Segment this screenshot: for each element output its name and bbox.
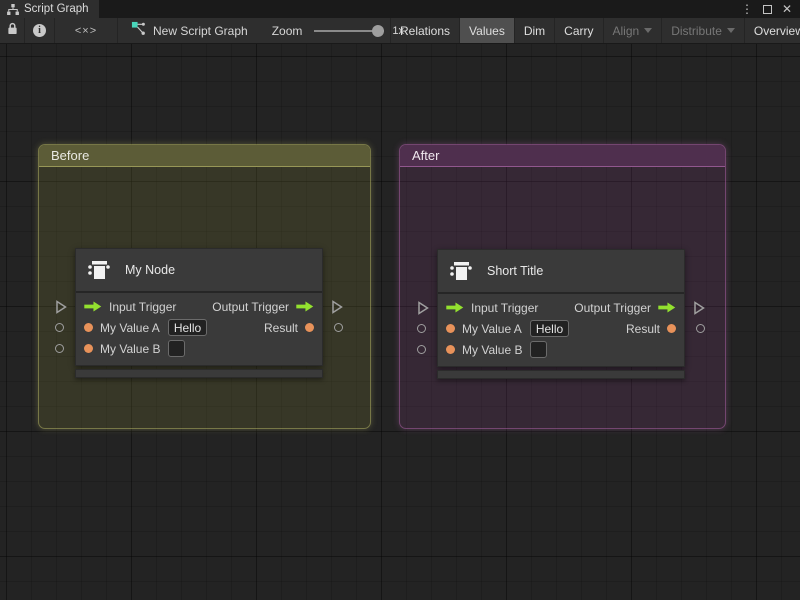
value-b-input[interactable] [530,341,547,358]
node-short-title[interactable]: Short Title Input Trigger Output Trigger [437,249,685,379]
window-menu-icon[interactable]: ⋮ [741,3,753,15]
toolbar-buttons: Relations Values Dim Carry Align Distrib… [390,18,800,43]
group-label: Before [51,148,89,163]
node-footer [437,370,685,379]
unit-icon [86,257,112,283]
inspect-button[interactable]: i [25,18,55,43]
info-icon: i [33,24,46,37]
node-body: Input Trigger Output Trigger My Value A … [76,293,322,365]
port-row-value-a: My Value A Hello Result [438,318,684,339]
close-icon[interactable]: ✕ [782,3,792,15]
value-a-input[interactable]: Hello [530,320,569,337]
script-graph-window: Script Graph ⋮ ✕ i <×> New Script Graph … [0,0,800,600]
node-header[interactable]: My Node [76,249,322,293]
port-label: My Value A [100,321,160,335]
overview-button[interactable]: Overview [744,18,800,43]
lock-button[interactable] [0,18,25,43]
port-row-trigger: Input Trigger Output Trigger [76,296,322,317]
value-in-port-icon[interactable] [446,324,455,333]
tab-title: Script Graph [24,3,89,15]
flow-out-port-icon[interactable] [658,302,676,313]
code-view-button[interactable]: <×> [55,18,118,43]
flow-inlet-icon[interactable] [55,300,67,314]
node-title: My Node [125,263,175,277]
flow-out-port-icon[interactable] [296,301,314,312]
flow-outlet-icon[interactable] [693,301,705,315]
code-icon: <×> [75,25,97,37]
flow-inlet-icon[interactable] [417,301,429,315]
toolbar-middle: New Script Graph Zoom 1x [118,18,390,43]
node-my-node[interactable]: My Node Input Trigger Output Trigger [75,248,323,378]
port-row-value-b: My Value B [438,339,684,360]
value-inlet-icon[interactable] [55,323,64,332]
port-label: Output Trigger [574,301,651,315]
value-inlet-icon[interactable] [55,344,64,353]
graph-canvas[interactable]: Before After My Node [0,44,800,600]
chevron-down-icon [644,28,652,33]
node-header[interactable]: Short Title [438,250,684,294]
port-label: Result [264,321,298,335]
chevron-down-icon [727,28,735,33]
port-row-trigger: Input Trigger Output Trigger [438,297,684,318]
group-header[interactable]: Before [39,145,370,167]
node-footer [75,369,323,378]
new-graph-icon [131,21,146,41]
window-controls: ⋮ ✕ [741,0,800,18]
value-outlet-icon[interactable] [696,324,705,333]
port-row-value-a: My Value A Hello Result [76,317,322,338]
node-card[interactable]: Short Title Input Trigger Output Trigger [437,249,685,367]
value-outlet-icon[interactable] [334,323,343,332]
port-label: Result [626,322,660,336]
port-label: Output Trigger [212,300,289,314]
port-label: My Value B [462,343,522,357]
port-label: My Value A [462,322,522,336]
flow-in-port-icon[interactable] [446,302,464,313]
node-title: Short Title [487,264,543,278]
zoom-slider[interactable] [314,25,384,37]
group-header[interactable]: After [400,145,725,167]
node-card[interactable]: My Node Input Trigger Output Trigger [75,248,323,366]
value-out-port-icon[interactable] [305,323,314,332]
hierarchy-icon [7,4,19,15]
distribute-dropdown[interactable]: Distribute [661,18,744,43]
maximize-icon[interactable] [763,5,772,14]
graph-title: New Script Graph [153,24,248,38]
carry-button[interactable]: Carry [554,18,602,43]
tab-bar: Script Graph ⋮ ✕ [0,0,800,18]
port-row-value-b: My Value B [76,338,322,359]
dim-button[interactable]: Dim [514,18,554,43]
node-body: Input Trigger Output Trigger My Value A … [438,294,684,366]
relations-button[interactable]: Relations [390,18,459,43]
value-inlet-icon[interactable] [417,345,426,354]
value-b-input[interactable] [168,340,185,357]
flow-in-port-icon[interactable] [84,301,102,312]
value-in-port-icon[interactable] [84,344,93,353]
value-out-port-icon[interactable] [667,324,676,333]
graph-toolbar: i <×> New Script Graph Zoom 1x Relations… [0,18,800,44]
port-label: Input Trigger [109,300,176,314]
flow-outlet-icon[interactable] [331,300,343,314]
port-label: Input Trigger [471,301,538,315]
port-label: My Value B [100,342,160,356]
zoom-label: Zoom [272,24,303,38]
values-button[interactable]: Values [459,18,514,43]
value-in-port-icon[interactable] [84,323,93,332]
align-dropdown[interactable]: Align [603,18,662,43]
value-inlet-icon[interactable] [417,324,426,333]
value-a-input[interactable]: Hello [168,319,207,336]
tab-script-graph[interactable]: Script Graph [0,0,99,18]
zoom-slider-handle[interactable] [372,25,384,37]
value-in-port-icon[interactable] [446,345,455,354]
lock-icon [7,22,18,40]
unit-icon [448,258,474,284]
group-label: After [412,148,439,163]
